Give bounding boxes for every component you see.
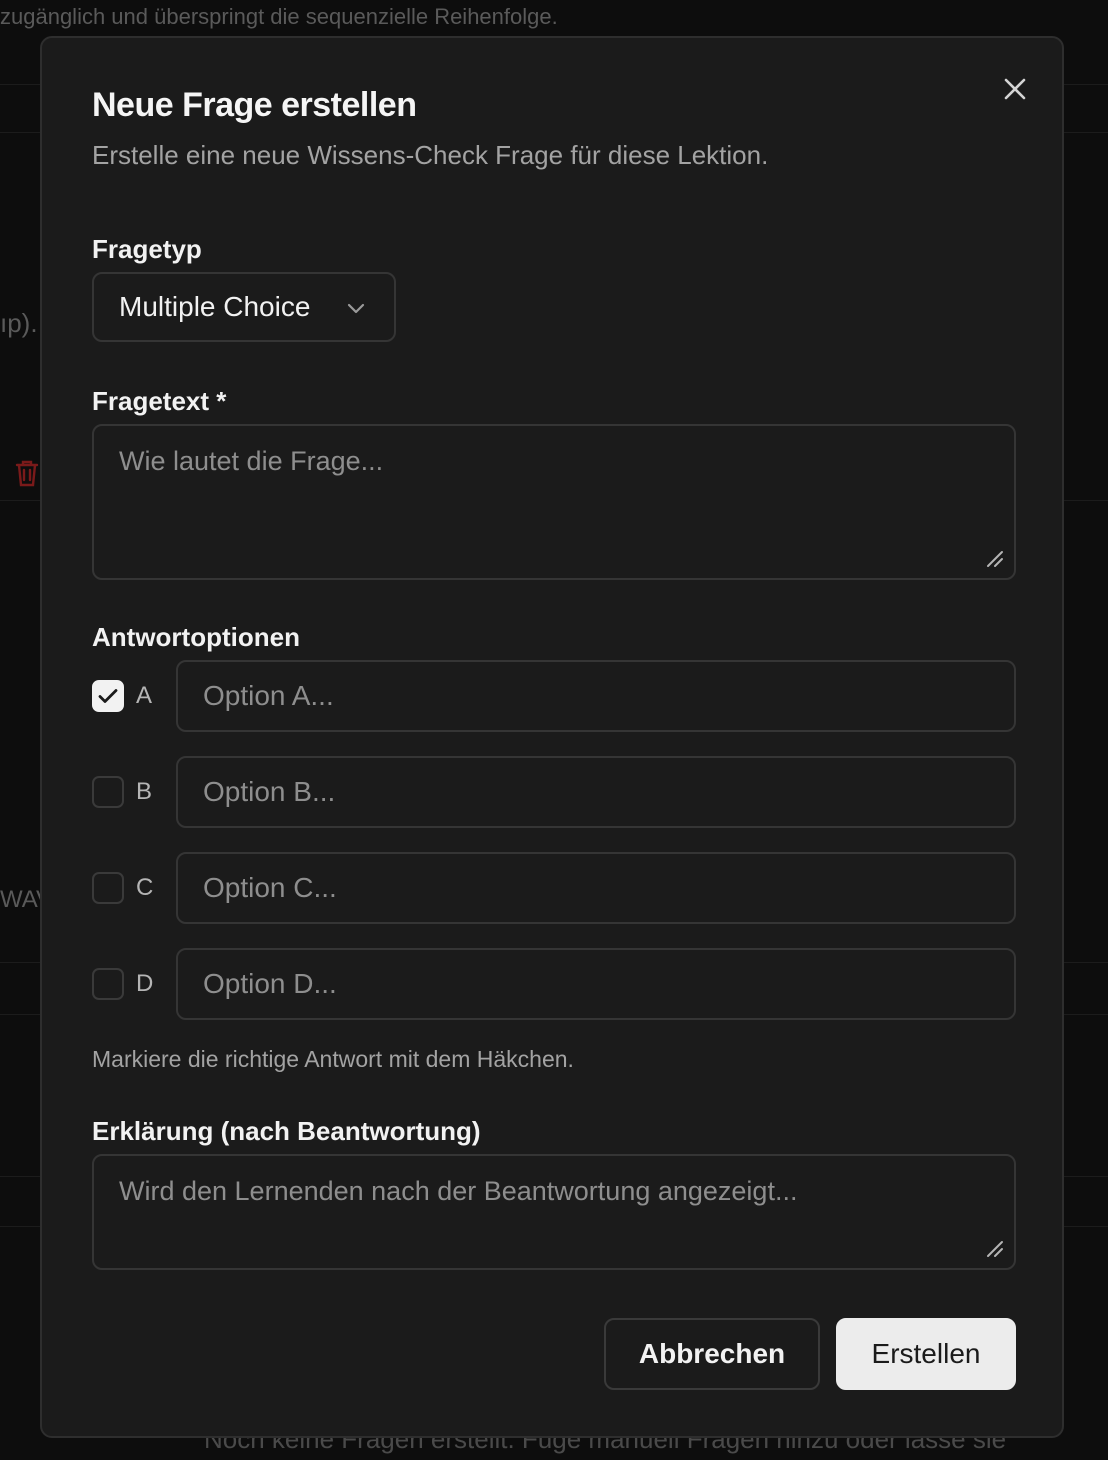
question-type-label: Fragetyp [92,234,202,264]
explanation-input[interactable] [92,1154,1016,1270]
answer-options-label: Antwortoptionen [92,622,300,652]
answer-hint: Markiere die richtige Antwort mit dem Hä… [92,1046,574,1072]
close-icon [1004,78,1026,100]
dialog-subtitle: Erstelle eine neue Wissens-Check Frage f… [92,140,769,170]
cancel-button[interactable]: Abbrechen [604,1318,820,1390]
option-d-input[interactable] [176,948,1016,1020]
dialog-title: Neue Frage erstellen [92,86,417,124]
answer-option-d: D [92,948,1016,1020]
option-letter-d: D [136,970,154,997]
option-b-input[interactable] [176,756,1016,828]
question-type-select[interactable]: Multiple Choice [92,272,396,342]
option-letter-a: A [136,682,153,709]
correct-answer-checkbox-b[interactable] [92,776,124,808]
question-type-value: Multiple Choice [119,291,311,322]
create-question-dialog: Neue Frage erstellen Erstelle eine neue … [40,36,1064,1438]
correct-answer-checkbox-d[interactable] [92,968,124,1000]
resize-handle-icon[interactable] [984,1238,1004,1258]
resize-handle-icon[interactable] [984,548,1004,568]
option-letter-b: B [136,778,153,805]
checkmark-icon [98,689,118,703]
correct-answer-checkbox-c[interactable] [92,872,124,904]
option-c-input[interactable] [176,852,1016,924]
background-text-fragment: ıp). [0,308,38,338]
option-letter-c: C [136,874,154,901]
correct-answer-checkbox-a[interactable] [92,680,124,712]
option-a-input[interactable] [176,660,1016,732]
background-text-top: zugänglich und überspringt die sequenzie… [0,4,558,29]
chevron-down-icon [347,303,365,314]
answer-option-b: B [92,756,1016,828]
answer-option-a: A [92,660,1016,732]
answer-option-c: C [92,852,1016,924]
question-text-input[interactable] [92,424,1016,580]
close-button[interactable] [998,72,1032,106]
trash-icon [15,460,39,487]
create-button[interactable]: Erstellen [836,1318,1016,1390]
explanation-label: Erklärung (nach Beantwortung) [92,1116,481,1146]
question-text-label: Fragetext * [92,386,227,416]
